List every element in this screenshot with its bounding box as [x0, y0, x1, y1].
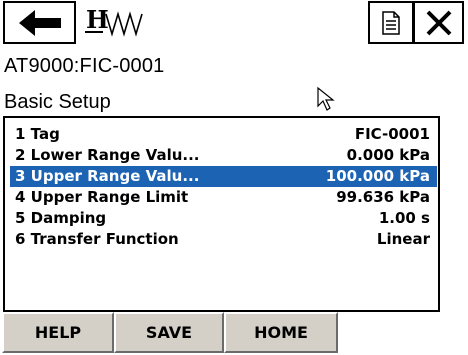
close-button[interactable]: [413, 1, 464, 44]
help-button[interactable]: HELP: [2, 312, 114, 353]
list-item-label: 4 Upper Range Limit: [15, 188, 189, 206]
mouse-pointer-icon: [317, 86, 335, 111]
save-button[interactable]: SAVE: [114, 312, 224, 353]
list-item-label: 1 Tag: [15, 125, 60, 143]
list-item-tag[interactable]: 1 Tag FIC-0001: [5, 124, 438, 145]
list-item-value: 99.636 kPa: [336, 188, 430, 206]
svg-text:H: H: [86, 6, 109, 34]
list-item-transfer-function[interactable]: 6 Transfer Function Linear: [5, 229, 438, 250]
document-button[interactable]: [368, 1, 414, 44]
list-item-label: 3 Upper Range Valu...: [15, 167, 200, 185]
menu-list-panel: 1 Tag FIC-0001 2 Lower Range Valu... 0.0…: [3, 116, 440, 312]
list-item-label: 5 Damping: [15, 209, 107, 227]
list-item-damping[interactable]: 5 Damping 1.00 s: [5, 208, 438, 229]
menu-title: Basic Setup: [4, 91, 111, 113]
list-item-value: 1.00 s: [378, 209, 430, 227]
side-strip: [440, 116, 468, 312]
top-toolbar: H: [0, 0, 468, 50]
list-item-value: Linear: [376, 230, 430, 248]
close-x-icon: [426, 10, 451, 35]
document-icon: [382, 10, 400, 35]
device-tag-title: AT9000:FIC-0001: [4, 55, 165, 77]
back-button[interactable]: [3, 1, 76, 44]
list-item-label: 2 Lower Range Valu...: [15, 146, 200, 164]
field-communicator-screen: H AT9000:FIC-0001 Basic Setup 1 Tag FIC-…: [0, 0, 468, 355]
list-item-value: FIC-0001: [354, 125, 430, 143]
left-arrow-icon: [18, 9, 61, 36]
menu-list: 1 Tag FIC-0001 2 Lower Range Valu... 0.0…: [5, 124, 438, 250]
list-item-upper-range-value[interactable]: 3 Upper Range Valu... 100.000 kPa: [10, 166, 437, 187]
list-item-upper-range-limit[interactable]: 4 Upper Range Limit 99.636 kPa: [5, 187, 438, 208]
list-item-lower-range-value[interactable]: 2 Lower Range Valu... 0.000 kPa: [5, 145, 438, 166]
list-item-value: 0.000 kPa: [346, 146, 430, 164]
list-item-label: 6 Transfer Function: [15, 230, 179, 248]
list-item-value: 100.000 kPa: [325, 167, 430, 185]
hart-logo-icon: H: [85, 6, 143, 37]
function-key-bar: HELP SAVE HOME: [0, 312, 468, 355]
home-button[interactable]: HOME: [224, 312, 338, 353]
